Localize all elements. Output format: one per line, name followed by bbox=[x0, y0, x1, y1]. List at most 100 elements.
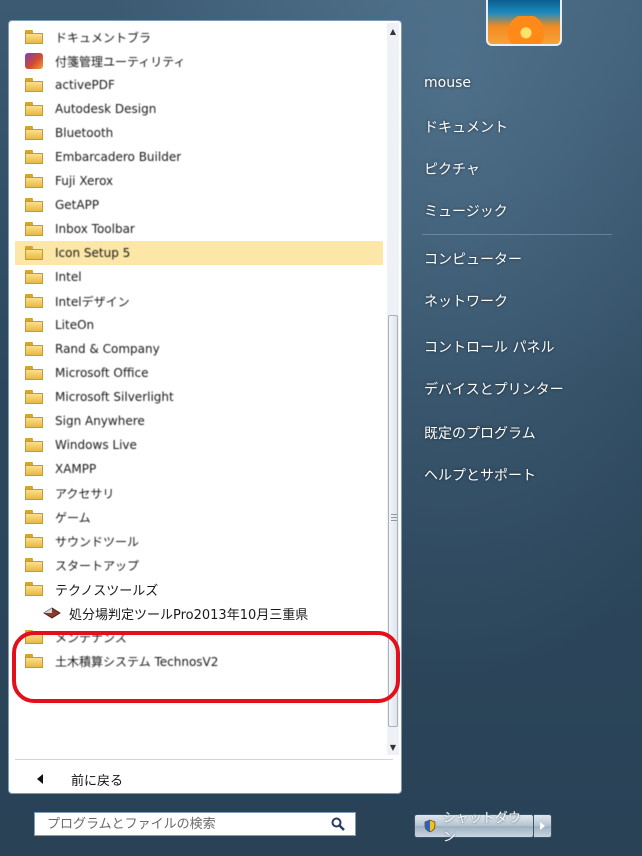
folder-icon bbox=[25, 630, 43, 644]
start-menu: ドキュメントブラ付箋管理ユーティリティ activePDF Autodesk Des… bbox=[0, 0, 642, 856]
program-item[interactable]: Microsoft Office bbox=[15, 361, 383, 385]
program-label: Sign Anywhere bbox=[55, 414, 145, 428]
program-item[interactable]: 土木積算システム TechnosV2 bbox=[15, 649, 383, 673]
folder-icon bbox=[25, 78, 43, 92]
shutdown-options-button[interactable] bbox=[534, 814, 552, 838]
program-item[interactable]: スタートアップ bbox=[15, 553, 383, 577]
program-item[interactable]: 付箋管理ユーティリティ bbox=[15, 49, 383, 73]
folder-icon bbox=[25, 366, 43, 380]
folder-icon bbox=[25, 294, 43, 308]
program-label: サウンドツール bbox=[55, 534, 140, 549]
program-item[interactable]: Microsoft Silverlight bbox=[15, 385, 383, 409]
folder-icon bbox=[25, 390, 43, 404]
program-item[interactable]: アクセサリ bbox=[15, 481, 383, 505]
program-label: Icon Setup 5 bbox=[55, 246, 131, 260]
right-panel-item[interactable]: ミュージック bbox=[410, 196, 620, 226]
right-panel-item[interactable]: ネットワーク bbox=[410, 286, 620, 316]
search-icon[interactable] bbox=[331, 817, 345, 831]
shutdown-button[interactable]: シャットダウン bbox=[414, 811, 534, 845]
program-item[interactable]: Sign Anywhere bbox=[15, 409, 383, 433]
program-label: LiteOn bbox=[55, 318, 95, 332]
folder-icon bbox=[25, 558, 43, 572]
program-item[interactable]: LiteOn bbox=[15, 313, 383, 337]
shutdown-label: シャットダウン bbox=[442, 811, 521, 845]
right-panel-item[interactable]: デバイスとプリンター bbox=[410, 374, 620, 404]
program-label: スタートアップ bbox=[55, 558, 140, 573]
user-avatar[interactable] bbox=[486, 0, 562, 46]
search-input[interactable] bbox=[35, 815, 329, 833]
folder-icon bbox=[25, 462, 43, 476]
folder-icon bbox=[25, 222, 43, 236]
scroll-up-icon[interactable]: ▲ bbox=[387, 23, 399, 39]
right-panel-item[interactable]: コントロール パネル bbox=[410, 332, 620, 362]
folder-icon bbox=[25, 30, 43, 44]
program-item[interactable]: Rand & Company bbox=[15, 337, 383, 361]
program-label: テクノスツールズ bbox=[55, 583, 159, 599]
program-item[interactable]: XAMPP bbox=[15, 457, 383, 481]
program-item[interactable]: Inbox Toolbar bbox=[15, 217, 383, 241]
program-label: Bluetooth bbox=[55, 126, 114, 140]
back-label: 前に戻る bbox=[71, 773, 124, 789]
folder-icon bbox=[25, 246, 43, 260]
program-label: ゲーム bbox=[55, 510, 91, 525]
folder-icon bbox=[25, 510, 43, 524]
right-panel-item[interactable]: コンピューター bbox=[410, 244, 620, 274]
app-icon bbox=[25, 53, 43, 69]
folder-icon bbox=[25, 534, 43, 548]
right-panel-item[interactable]: ヘルプとサポート bbox=[410, 460, 620, 490]
program-item[interactable]: Embarcadero Builder bbox=[15, 145, 383, 169]
program-label: 処分場判定ツールPro2013年10月三重県 bbox=[69, 607, 309, 623]
program-item[interactable]: ドキュメントブラ bbox=[15, 25, 383, 49]
folder-icon bbox=[25, 582, 43, 596]
folder-icon bbox=[25, 486, 43, 500]
program-label: Fuji Xerox bbox=[55, 174, 114, 188]
program-item[interactable]: Icon Setup 5 bbox=[15, 241, 383, 265]
program-label: Intelデザイン bbox=[55, 294, 130, 309]
program-label: Microsoft Office bbox=[55, 366, 149, 380]
right-panel-item[interactable]: ドキュメント bbox=[410, 112, 620, 142]
program-label: 付箋管理ユーティリティ bbox=[55, 54, 186, 69]
program-label: 土木積算システム TechnosV2 bbox=[55, 654, 219, 669]
program-item[interactable]: GetAPP bbox=[15, 193, 383, 217]
program-label: Inbox Toolbar bbox=[55, 222, 135, 236]
right-panel-item[interactable]: ピクチャ bbox=[410, 154, 620, 184]
program-label: GetAPP bbox=[55, 198, 100, 212]
programs-panel: ドキュメントブラ付箋管理ユーティリティ activePDF Autodesk Des… bbox=[8, 20, 402, 794]
program-item[interactable]: Windows Live bbox=[15, 433, 383, 457]
folder-icon bbox=[25, 414, 43, 428]
program-item[interactable]: Bluetooth bbox=[15, 121, 383, 145]
program-label: activePDF bbox=[55, 78, 115, 92]
flower-picture bbox=[506, 16, 546, 44]
folder-icon bbox=[25, 198, 43, 212]
program-item[interactable]: サウンドツール bbox=[15, 529, 383, 553]
folder-icon bbox=[25, 126, 43, 140]
program-item[interactable]: ゲーム bbox=[15, 505, 383, 529]
program-label: アクセサリ bbox=[55, 486, 115, 501]
program-label: Microsoft Silverlight bbox=[55, 390, 174, 404]
program-item[interactable]: Intel bbox=[15, 265, 383, 289]
search-box[interactable] bbox=[34, 812, 356, 836]
scroll-thumb[interactable] bbox=[388, 315, 398, 727]
program-label: ドキュメントブラ bbox=[55, 30, 152, 45]
program-label: メンテナンス bbox=[55, 630, 127, 645]
chevron-right-icon bbox=[540, 822, 545, 830]
program-item[interactable]: Fuji Xerox bbox=[15, 169, 383, 193]
folder-icon bbox=[25, 174, 43, 188]
back-arrow-icon bbox=[37, 774, 43, 784]
program-list-scrollbar[interactable]: ▲ ▼ bbox=[387, 23, 399, 755]
program-item[interactable]: 処分場判定ツールPro2013年10月三重県 bbox=[15, 601, 383, 625]
program-item[interactable]: テクノスツールズ bbox=[15, 577, 383, 601]
tool-icon bbox=[43, 607, 61, 619]
program-item[interactable]: Intelデザイン bbox=[15, 289, 383, 313]
program-item[interactable]: Autodesk Design bbox=[15, 97, 383, 121]
back-button[interactable]: 前に戻る bbox=[15, 766, 393, 792]
scroll-down-icon[interactable]: ▼ bbox=[387, 739, 399, 755]
right-panel-item[interactable]: 既定のプログラム bbox=[410, 418, 620, 448]
program-item[interactable]: activePDF bbox=[15, 73, 383, 97]
folder-icon bbox=[25, 150, 43, 164]
right-panel-item[interactable]: mouse bbox=[410, 68, 620, 98]
shield-icon bbox=[424, 819, 436, 833]
program-label: XAMPP bbox=[55, 462, 97, 476]
right-panel-separator bbox=[422, 234, 612, 235]
program-item[interactable]: メンテナンス bbox=[15, 625, 383, 649]
